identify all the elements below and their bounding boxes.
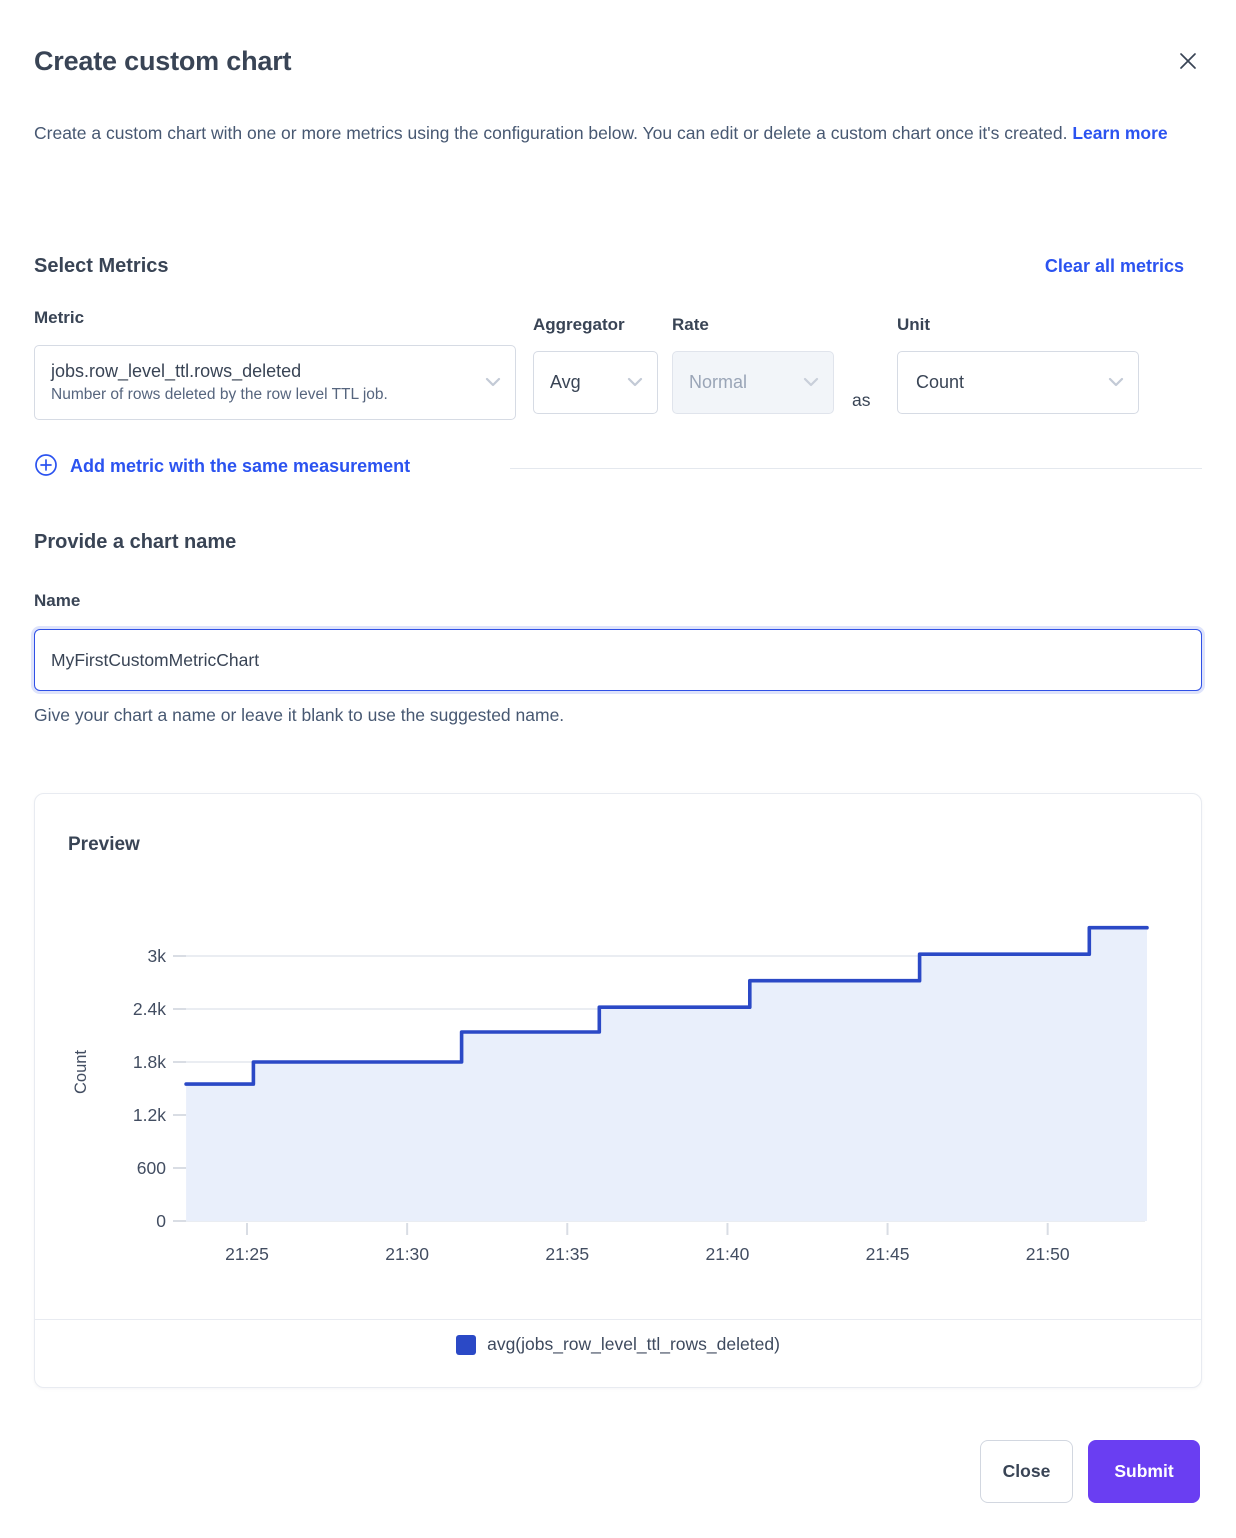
chart-name-heading: Provide a chart name xyxy=(34,531,236,554)
svg-text:2.4k: 2.4k xyxy=(133,999,166,1019)
metric-select-description: Number of rows deleted by the row level … xyxy=(51,386,388,404)
rate-label: Rate xyxy=(672,315,709,335)
clear-all-metrics-link[interactable]: Clear all metrics xyxy=(1045,256,1184,277)
chevron-down-icon xyxy=(803,374,819,392)
chart-legend: avg(jobs_row_level_ttl_rows_deleted) xyxy=(35,1334,1201,1355)
unit-label: Unit xyxy=(897,315,930,335)
svg-text:21:45: 21:45 xyxy=(866,1244,910,1264)
y-axis-title: Count xyxy=(72,1050,90,1094)
description-text: Create a custom chart with one or more m… xyxy=(34,123,1067,143)
close-button[interactable]: Close xyxy=(980,1440,1073,1503)
chevron-down-icon xyxy=(1108,374,1124,392)
preview-heading: Preview xyxy=(68,834,140,856)
chevron-down-icon xyxy=(627,374,643,392)
svg-text:21:50: 21:50 xyxy=(1026,1244,1070,1264)
svg-text:21:35: 21:35 xyxy=(545,1244,589,1264)
legend-divider xyxy=(35,1319,1201,1320)
name-helper-text: Give your chart a name or leave it blank… xyxy=(34,705,564,726)
metric-label: Metric xyxy=(34,308,84,328)
page-title: Create custom chart xyxy=(34,46,291,77)
rate-select: Normal xyxy=(672,351,834,414)
preview-card: Preview 0 600 1.2k 1.8k 2.4k 3k 21:25 21:30 21:3… xyxy=(34,793,1202,1388)
metrics-divider xyxy=(510,468,1202,469)
svg-text:0: 0 xyxy=(156,1211,166,1231)
preview-chart: 0 600 1.2k 1.8k 2.4k 3k 21:25 21:30 21:35 21:40 21… xyxy=(35,887,1201,1272)
metric-select[interactable]: jobs.row_level_ttl.rows_deleted Number o… xyxy=(34,345,516,420)
svg-text:1.8k: 1.8k xyxy=(133,1052,166,1072)
legend-label: avg(jobs_row_level_ttl_rows_deleted) xyxy=(487,1334,780,1355)
select-metrics-heading: Select Metrics xyxy=(34,255,169,278)
close-icon xyxy=(1177,50,1199,75)
rate-select-value: Normal xyxy=(689,372,747,393)
chevron-down-icon xyxy=(485,374,501,392)
svg-text:21:25: 21:25 xyxy=(225,1244,269,1264)
unit-select[interactable]: Count xyxy=(897,351,1139,414)
submit-button[interactable]: Submit xyxy=(1088,1440,1200,1503)
svg-text:21:40: 21:40 xyxy=(706,1244,750,1264)
aggregator-label: Aggregator xyxy=(533,315,625,335)
metric-select-value: jobs.row_level_ttl.rows_deleted xyxy=(51,361,301,382)
create-custom-chart-dialog: Create custom chart Create a custom char… xyxy=(0,0,1236,1538)
svg-text:3k: 3k xyxy=(148,946,167,966)
name-input[interactable] xyxy=(34,629,1202,691)
svg-text:600: 600 xyxy=(137,1158,166,1178)
add-metric-button[interactable]: Add metric with the same measurement xyxy=(34,453,410,480)
plus-circle-icon xyxy=(34,453,58,480)
learn-more-link[interactable]: Learn more xyxy=(1072,123,1167,143)
as-label: as xyxy=(852,390,870,411)
name-label: Name xyxy=(34,591,80,611)
svg-text:1.2k: 1.2k xyxy=(133,1105,166,1125)
add-metric-label: Add metric with the same measurement xyxy=(70,456,410,477)
legend-swatch-icon xyxy=(456,1335,476,1355)
aggregator-select-value: Avg xyxy=(550,372,581,393)
svg-text:21:30: 21:30 xyxy=(385,1244,429,1264)
unit-select-value: Count xyxy=(916,372,964,393)
dialog-close-button[interactable] xyxy=(1170,44,1206,80)
aggregator-select[interactable]: Avg xyxy=(533,351,658,414)
modal-description: Create a custom chart with one or more m… xyxy=(34,114,1184,153)
